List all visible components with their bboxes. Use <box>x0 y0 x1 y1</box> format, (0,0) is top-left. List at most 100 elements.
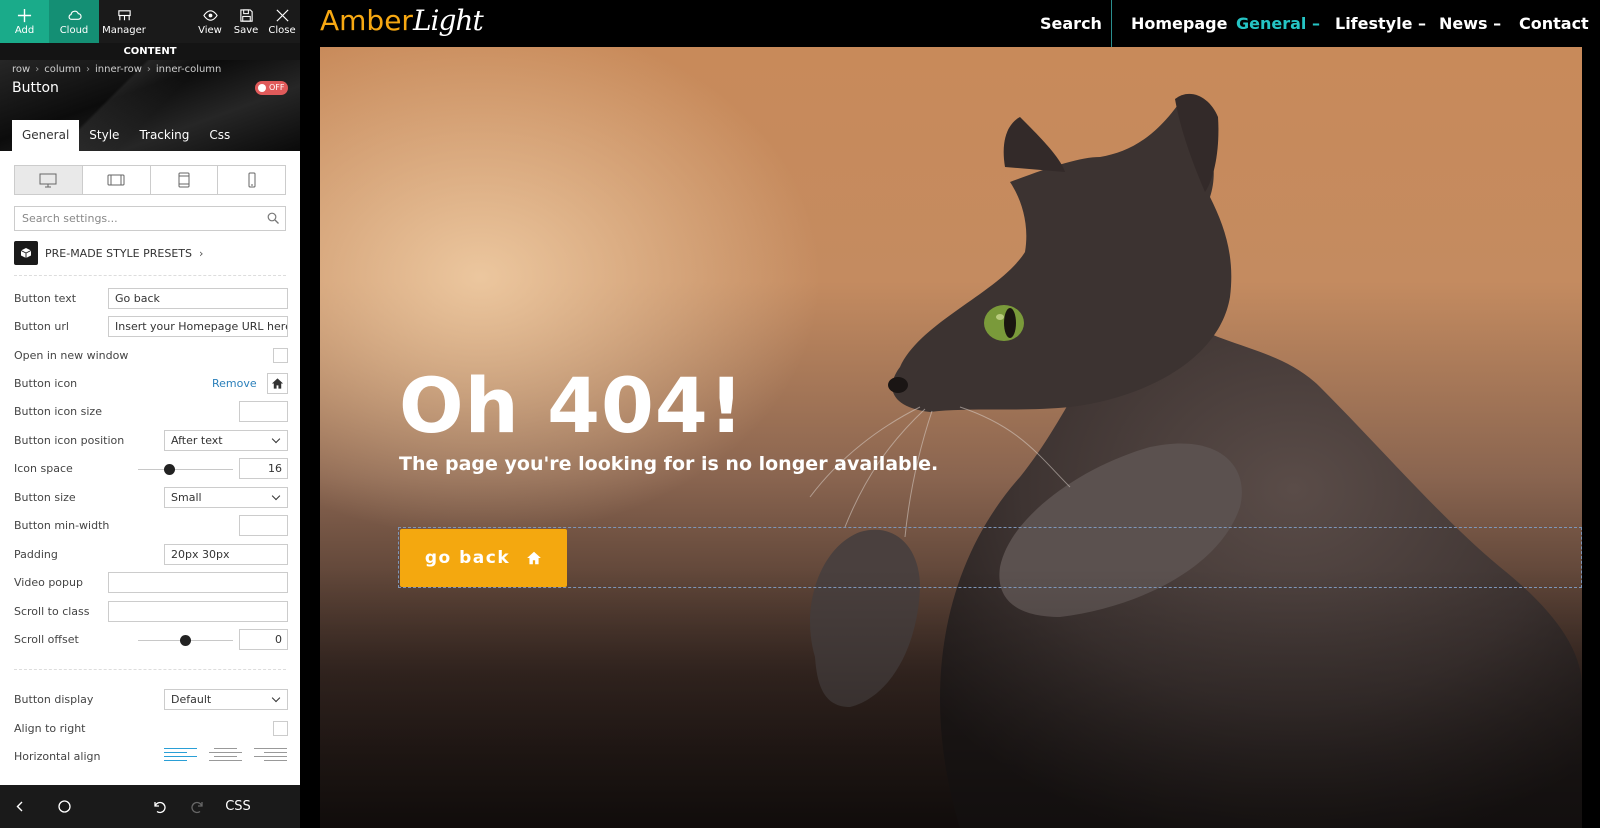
page-title: Oh 404! <box>399 361 745 450</box>
align-right-option[interactable] <box>254 748 287 764</box>
style-presets-link[interactable]: PRE-MADE STYLE PRESETS › <box>14 241 203 265</box>
breadcrumb-item-inner-row[interactable]: inner-row <box>95 64 142 75</box>
chevron-right-icon: › <box>199 246 204 260</box>
tablet-portrait-icon <box>178 172 190 188</box>
button-url-input[interactable]: Insert your Homepage URL here <box>108 316 288 337</box>
align-to-right-label: Align to right <box>14 722 86 735</box>
undo-button[interactable] <box>138 785 178 828</box>
add-button[interactable]: Add <box>0 0 49 43</box>
device-tablet-portrait[interactable] <box>151 166 219 194</box>
save-icon <box>239 8 253 22</box>
page-subtitle: The page you're looking for is no longer… <box>399 453 939 475</box>
visibility-toggle[interactable]: OFF <box>255 81 288 95</box>
video-popup-label: Video popup <box>14 576 83 589</box>
scroll-offset-slider-handle[interactable] <box>180 635 191 646</box>
save-button[interactable]: Save <box>228 0 264 43</box>
button-icon-position-label: Button icon position <box>14 434 125 447</box>
tab-tracking[interactable]: Tracking <box>129 120 199 151</box>
settings-search-input[interactable]: Search settings... <box>14 206 286 231</box>
home-button[interactable] <box>40 785 88 828</box>
open-new-window-checkbox[interactable] <box>273 348 288 363</box>
cloud-icon <box>68 10 82 20</box>
chevron-left-icon <box>16 801 22 812</box>
horizontal-align-label: Horizontal align <box>14 750 101 763</box>
editor-toolbar: Add Cloud Manager View Save Close <box>0 0 300 43</box>
nav-search[interactable]: Search <box>1040 0 1102 47</box>
icon-picker[interactable] <box>267 373 288 394</box>
css-button[interactable]: CSS <box>218 785 258 828</box>
selected-element-outline <box>398 527 1582 588</box>
button-size-label: Button size <box>14 491 76 504</box>
nav-news[interactable]: News – <box>1439 0 1501 47</box>
back-button[interactable] <box>0 785 40 828</box>
device-tablet-landscape[interactable] <box>83 166 151 194</box>
logo-text-main: Amber <box>320 4 413 37</box>
button-icon-size-input[interactable] <box>239 401 288 422</box>
button-display-select[interactable]: Default <box>164 689 288 710</box>
breadcrumb-item-row[interactable]: row <box>12 64 30 75</box>
close-button[interactable]: Close <box>264 0 300 43</box>
manager-button[interactable]: Manager <box>99 0 149 43</box>
icon-space-slider-handle[interactable] <box>164 464 175 475</box>
divider <box>14 275 286 276</box>
nav-contact[interactable]: Contact <box>1519 0 1589 47</box>
row-button-text: Button text Go back <box>14 288 288 310</box>
home-icon <box>527 551 541 565</box>
plus-icon <box>17 8 32 22</box>
nav-lifestyle[interactable]: Lifestyle – <box>1335 0 1426 47</box>
search-icon <box>267 212 279 224</box>
button-text-input[interactable]: Go back <box>108 288 288 309</box>
hero-shade <box>320 568 1582 828</box>
device-desktop[interactable] <box>15 166 83 194</box>
icon-space-input[interactable]: 16 <box>239 458 288 479</box>
search-placeholder: Search settings... <box>22 212 118 225</box>
breadcrumb-item-column[interactable]: column <box>44 64 81 75</box>
row-button-icon: Button icon Remove <box>14 373 288 395</box>
button-min-width-input[interactable] <box>239 515 288 536</box>
row-button-display: Button display Default <box>14 689 288 711</box>
tab-css[interactable]: Css <box>199 120 240 151</box>
cloud-button[interactable]: Cloud <box>49 0 99 43</box>
scroll-to-class-input[interactable] <box>108 601 288 622</box>
scroll-to-class-label: Scroll to class <box>14 605 90 618</box>
site-preview: AmberLight Search Homepage General – Lif… <box>300 0 1600 828</box>
device-switcher <box>14 165 286 195</box>
breadcrumb: row › column › inner-row › inner-column <box>12 64 221 75</box>
desktop-icon <box>39 173 57 188</box>
nav-homepage[interactable]: Homepage <box>1131 0 1227 47</box>
video-popup-input[interactable] <box>108 572 288 593</box>
save-label: Save <box>233 24 259 36</box>
device-mobile[interactable] <box>218 166 285 194</box>
settings-tabs: General Style Tracking Css <box>12 120 240 151</box>
go-back-button[interactable]: go back <box>400 529 567 587</box>
button-text-label: Button text <box>14 292 77 305</box>
icon-space-slider-track[interactable] <box>138 469 233 470</box>
button-size-select[interactable]: Small <box>164 487 288 508</box>
close-icon <box>275 8 289 22</box>
nav-general[interactable]: General – <box>1236 0 1320 47</box>
row-icon-space: Icon space 16 <box>14 458 288 480</box>
align-left-option[interactable] <box>164 748 197 764</box>
breadcrumb-item-inner-column[interactable]: inner-column <box>156 64 222 75</box>
redo-button[interactable] <box>178 785 218 828</box>
button-url-label: Button url <box>14 320 69 333</box>
add-label: Add <box>14 24 35 36</box>
site-logo[interactable]: AmberLight <box>320 4 484 37</box>
button-icon-position-select[interactable]: After text <box>164 430 288 451</box>
scroll-offset-input[interactable]: 0 <box>239 629 288 650</box>
nav-separator <box>1111 0 1112 47</box>
row-open-new-window: Open in new window <box>14 345 288 367</box>
tab-style[interactable]: Style <box>79 120 129 151</box>
align-center-option[interactable] <box>209 748 242 764</box>
close-label: Close <box>268 24 296 36</box>
tablet-landscape-icon <box>107 174 125 186</box>
circle-icon <box>57 800 71 813</box>
remove-icon-link[interactable]: Remove <box>212 373 257 395</box>
tab-general[interactable]: General <box>12 120 80 151</box>
padding-label: Padding <box>14 548 58 561</box>
view-label: View <box>198 24 222 36</box>
align-to-right-checkbox[interactable] <box>273 721 288 736</box>
presets-icon <box>14 241 38 265</box>
padding-input[interactable]: 20px 30px <box>164 544 288 565</box>
view-button[interactable]: View <box>192 0 228 43</box>
